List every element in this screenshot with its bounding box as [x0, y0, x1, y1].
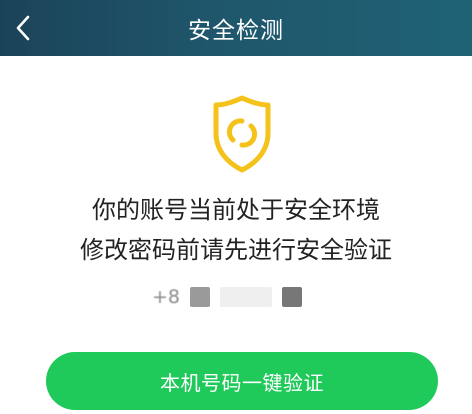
one-tap-verify-button[interactable]: 本机号码一键验证	[46, 352, 438, 410]
page-title: 安全检测	[188, 18, 284, 44]
top-nav-bar: 安全检测	[0, 0, 472, 56]
shield-icon	[213, 95, 271, 173]
phone-mask-block	[190, 287, 211, 307]
verification-prompt-text: 修改密码前请先进行安全验证	[80, 236, 392, 264]
masked-phone-number: +8	[152, 282, 322, 312]
security-status-text: 你的账号当前处于安全环境	[92, 196, 380, 224]
phone-mask-block	[282, 287, 303, 307]
phone-mask-block	[220, 287, 273, 307]
phone-prefix: +8	[152, 286, 181, 308]
